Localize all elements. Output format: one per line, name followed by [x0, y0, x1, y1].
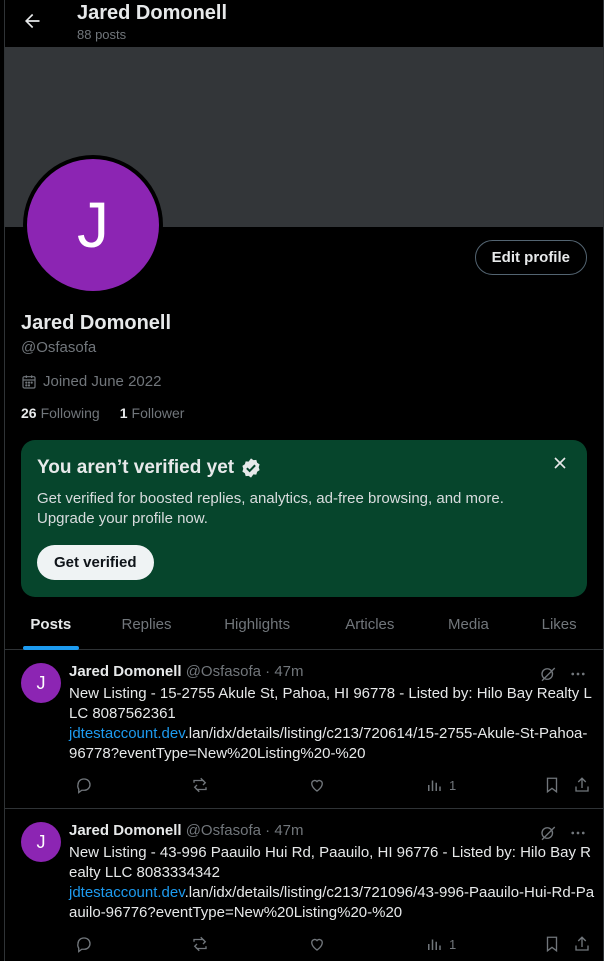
post-avatar[interactable]: J	[21, 663, 61, 703]
tab-label: Likes	[541, 615, 577, 633]
bookmark-icon[interactable]	[543, 935, 561, 953]
post-header: Jared Domonell @Osfasofa · 47m	[69, 822, 304, 839]
close-icon[interactable]	[553, 456, 569, 472]
bookmark-icon[interactable]	[543, 776, 561, 794]
post-actions: 1	[69, 935, 589, 955]
repost-icon[interactable]	[191, 776, 209, 794]
following-label: Following	[40, 405, 100, 421]
followers-count: 1	[119, 405, 128, 421]
tab-posts[interactable]: Posts	[5, 598, 97, 650]
back-arrow-icon[interactable]	[19, 8, 45, 34]
post-separator: ·	[260, 663, 275, 680]
profile-page: Jared Domonell 88 posts J Edit profile J…	[4, 0, 604, 961]
tab-label: Highlights	[224, 615, 291, 633]
post-text: New Listing - 15-2755 Akule St, Pahoa, H…	[69, 684, 595, 764]
views-stat[interactable]: 1	[425, 776, 456, 794]
views-count: 1	[449, 777, 457, 793]
calendar-icon	[21, 374, 37, 390]
post-top-icons	[539, 824, 587, 842]
profile-tabs: Posts Replies Highlights Articles Media …	[5, 598, 603, 650]
reply-icon[interactable]	[75, 935, 93, 953]
followers-label: Follower	[131, 405, 185, 421]
grok-icon[interactable]	[539, 665, 557, 683]
share-icon[interactable]	[573, 776, 591, 794]
verification-card: You aren’t verified yet Get verified for…	[21, 440, 587, 597]
joined-label: Joined June 2022	[43, 373, 162, 390]
analytics-icon	[425, 776, 443, 794]
profile-avatar[interactable]: J	[23, 155, 163, 295]
reply-icon[interactable]	[75, 776, 93, 794]
tab-media[interactable]: Media	[422, 598, 516, 650]
tab-replies[interactable]: Replies	[97, 598, 197, 650]
post-actions: 1	[69, 776, 589, 796]
profile-name: Jared Domonell	[21, 312, 172, 334]
verification-title-text: You aren’t verified yet	[37, 457, 235, 478]
tab-label: Posts	[30, 615, 72, 633]
tab-label: Media	[448, 615, 489, 633]
post-item[interactable]: J Jared Domonell @Osfasofa · 47m New Lis…	[5, 810, 603, 961]
post-link[interactable]: jdtestaccount.dev	[69, 884, 185, 901]
header-post-count: 88 posts	[77, 27, 127, 42]
post-avatar[interactable]: J	[21, 822, 61, 862]
edit-profile-button[interactable]: Edit profile	[474, 240, 587, 275]
profile-handle: @Osfasofa	[21, 339, 97, 356]
post-author-name[interactable]: Jared Domonell	[69, 822, 182, 839]
post-body-text: New Listing - 43-996 Paauilo Hui Rd, Paa…	[69, 844, 591, 881]
more-options-icon[interactable]	[569, 824, 587, 842]
like-icon[interactable]	[308, 935, 326, 953]
tab-label: Articles	[345, 615, 395, 633]
active-tab-indicator	[22, 646, 79, 650]
profile-avatar-letter: J	[27, 159, 159, 291]
more-options-icon[interactable]	[569, 665, 587, 683]
follow-stats: 26 Following 1 Follower	[21, 405, 184, 421]
get-verified-button[interactable]: Get verified	[37, 545, 154, 580]
tab-articles[interactable]: Articles	[318, 598, 422, 650]
verification-title: You aren’t verified yet	[37, 457, 262, 479]
tab-label: Replies	[121, 615, 172, 633]
like-icon[interactable]	[308, 776, 326, 794]
post-author-name[interactable]: Jared Domonell	[69, 663, 182, 680]
post-text: New Listing - 43-996 Paauilo Hui Rd, Paa…	[69, 843, 595, 923]
views-stat[interactable]: 1	[425, 935, 456, 953]
top-bar: Jared Domonell 88 posts	[5, 0, 603, 47]
grok-icon[interactable]	[539, 824, 557, 842]
tab-highlights[interactable]: Highlights	[196, 598, 318, 650]
post-time[interactable]: 47m	[274, 822, 303, 839]
post-time[interactable]: 47m	[274, 663, 303, 680]
post-author-handle[interactable]: @Osfasofa	[186, 822, 261, 839]
views-count: 1	[449, 936, 457, 952]
post-top-icons	[539, 665, 587, 683]
post-author-handle[interactable]: @Osfasofa	[186, 663, 261, 680]
post-separator: ·	[260, 822, 275, 839]
following-count: 26	[21, 405, 37, 421]
joined-date: Joined June 2022	[21, 373, 161, 390]
following-link[interactable]: 26 Following	[21, 405, 100, 421]
followers-link[interactable]: 1 Follower	[120, 405, 185, 421]
post-header: Jared Domonell @Osfasofa · 47m	[69, 663, 304, 680]
verification-description: Get verified for boosted replies, analyt…	[37, 490, 504, 527]
share-icon[interactable]	[573, 935, 591, 953]
post-item[interactable]: J Jared Domonell @Osfasofa · 47m New Lis…	[5, 651, 603, 809]
analytics-icon	[425, 935, 443, 953]
post-link[interactable]: jdtestaccount.dev	[69, 725, 185, 742]
post-body-text: New Listing - 15-2755 Akule St, Pahoa, H…	[69, 685, 592, 722]
repost-icon[interactable]	[191, 935, 209, 953]
verified-badge-icon	[240, 457, 262, 479]
tab-likes[interactable]: Likes	[515, 598, 603, 650]
header-title: Jared Domonell	[77, 2, 228, 24]
